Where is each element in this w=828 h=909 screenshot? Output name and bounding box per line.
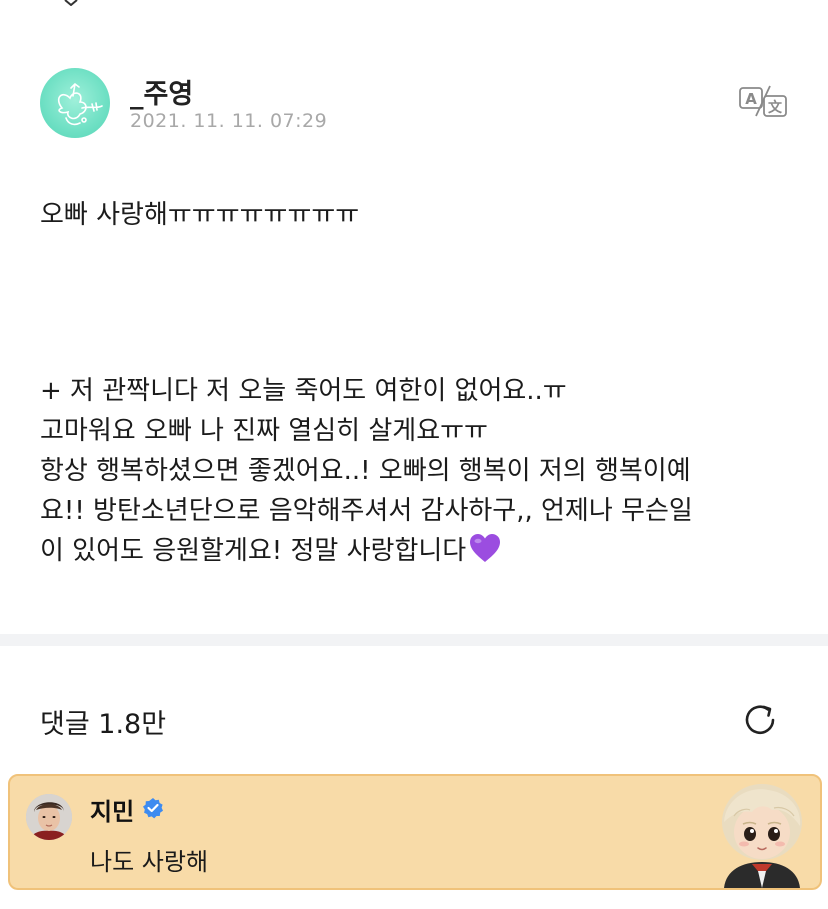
top-edge-fragment xyxy=(64,0,78,6)
section-divider xyxy=(0,634,828,646)
character-sticker-icon xyxy=(722,784,802,888)
post-text-line: 고마워요 오빠 나 진짜 열심히 살게요ㅠㅠ xyxy=(40,416,488,446)
post-text-line: 요!! 방탄소년단으로 음악해주셔서 감사하구,, 언제나 무슨일 xyxy=(40,496,693,526)
post-text-line: + 저 관짝니다 저 오늘 죽어도 여한이 없어요..ㅠ xyxy=(40,376,567,406)
post-text-line-last: 이 있어도 응원할게요! 정말 사랑합니다 xyxy=(40,531,800,571)
post-body: 오빠 사랑해ㅠㅠㅠㅠㅠㅠㅠㅠ + 저 관짝니다 저 오늘 죽어도 여한이 없어요… xyxy=(40,195,800,571)
refresh-button[interactable] xyxy=(740,700,780,740)
verified-badge-icon xyxy=(143,798,163,819)
svg-text:文: 文 xyxy=(768,99,783,116)
comment-text: 나도 사랑해 xyxy=(90,848,209,876)
commenter-name[interactable]: 지민 xyxy=(90,792,134,827)
author-name[interactable]: _주영 xyxy=(130,72,193,111)
post-text-line: 오빠 사랑해ㅠㅠㅠㅠㅠㅠㅠㅠ xyxy=(40,200,360,230)
svg-text:A: A xyxy=(745,90,757,108)
refresh-icon xyxy=(745,705,775,735)
post-timestamp: 2021. 11. 11. 07:29 xyxy=(130,110,328,132)
post-text-line: 항상 행복하셨으면 좋겠어요..! 오빠의 행복이 저의 행복이예 xyxy=(40,456,691,486)
highlighted-comment[interactable]: 지민 나도 사랑해 xyxy=(8,774,822,890)
comments-count[interactable]: 댓글 1.8만 xyxy=(40,702,166,741)
translate-icon: A 文 xyxy=(739,85,787,117)
author-avatar[interactable] xyxy=(40,68,110,138)
purple-heart-icon xyxy=(470,534,501,562)
post-text-line: 이 있어도 응원할게요! 정말 사랑합니다 xyxy=(40,536,467,566)
avatar-flower-icon xyxy=(57,83,103,126)
translate-button[interactable]: A 文 xyxy=(738,82,788,122)
comments-header: 댓글 1.8만 xyxy=(40,700,788,744)
post-header: _주영 2021. 11. 11. 07:29 A 文 xyxy=(40,68,788,138)
artist-photo-icon xyxy=(26,794,72,840)
commenter-avatar[interactable] xyxy=(26,794,72,840)
